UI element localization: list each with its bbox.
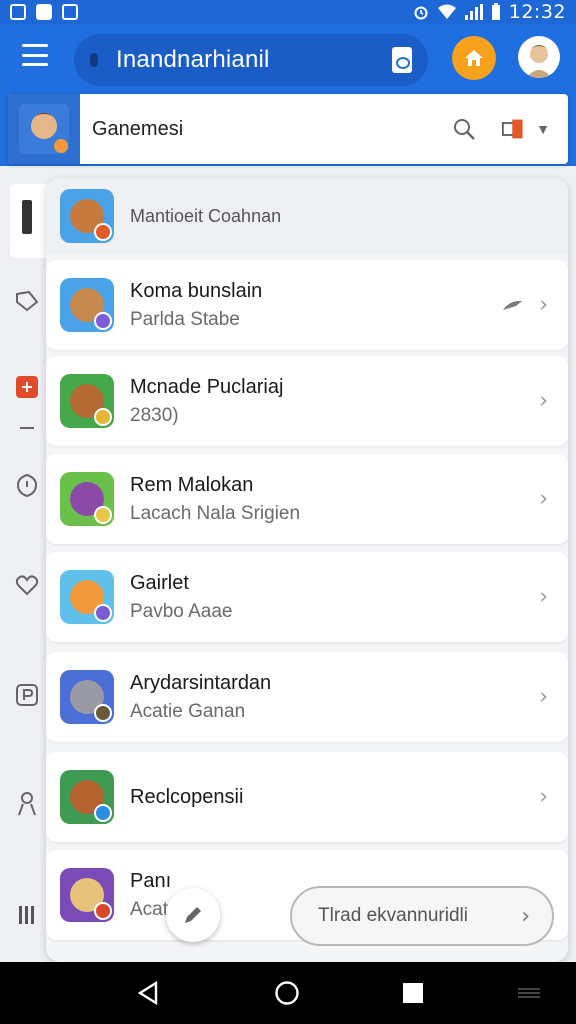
system-nav-bar bbox=[0, 962, 576, 1024]
status-bar: 12:32 bbox=[0, 0, 576, 24]
bars-icon[interactable] bbox=[14, 902, 40, 928]
alarm-icon bbox=[414, 6, 428, 20]
sheet-header: Mantioeit Coahnan bbox=[46, 178, 568, 254]
photo-icon bbox=[36, 4, 52, 20]
game-subtitle: Parlda Stabe bbox=[130, 308, 240, 330]
game-icon bbox=[60, 670, 114, 724]
game-name: Reclcopensii bbox=[130, 785, 244, 808]
home-circle-icon[interactable] bbox=[274, 980, 300, 1006]
game-name: Mcnade Puclariaj bbox=[130, 375, 284, 398]
home-icon bbox=[465, 50, 483, 66]
recents-icon[interactable] bbox=[400, 980, 426, 1006]
grid-icon[interactable] bbox=[14, 200, 40, 234]
game-list-item[interactable]: Mcnade Puclariaj 2830) › bbox=[46, 356, 568, 446]
bird-icon bbox=[503, 300, 522, 310]
side-rail bbox=[0, 170, 50, 960]
heart-icon[interactable] bbox=[14, 572, 40, 598]
chevron-right-icon: › bbox=[539, 292, 548, 318]
game-list-item[interactable]: Koma bunslain Parlda Stabe › bbox=[46, 260, 568, 350]
status-time: 12:32 bbox=[508, 1, 566, 23]
parking-icon[interactable] bbox=[14, 682, 40, 708]
game-subtitle: 2830) bbox=[130, 404, 179, 426]
device-icon bbox=[502, 119, 523, 139]
lens-icon[interactable] bbox=[392, 47, 412, 73]
chevron-right-icon: › bbox=[539, 486, 548, 512]
chevron-right-icon: › bbox=[539, 584, 548, 610]
wifi-icon bbox=[437, 4, 456, 19]
person-icon[interactable] bbox=[14, 790, 40, 816]
game-icon bbox=[60, 374, 114, 428]
screenshot-icon bbox=[10, 4, 26, 20]
game-name: Arydarsintardan bbox=[130, 671, 272, 694]
chevron-right-icon: › bbox=[539, 784, 548, 810]
category-title: Ganemesi bbox=[92, 117, 184, 140]
game-icon bbox=[60, 472, 114, 526]
shield-icon[interactable] bbox=[14, 472, 40, 498]
game-name: Panı bbox=[130, 869, 172, 892]
mic-icon[interactable] bbox=[90, 53, 98, 67]
device-selector[interactable]: ▼ bbox=[502, 117, 550, 141]
search-text: Inandnarhianil bbox=[116, 46, 270, 73]
badge-icon[interactable] bbox=[14, 374, 40, 400]
game-list-item[interactable]: Arydarsintardan Acatie Ganan › bbox=[46, 652, 568, 742]
game-icon bbox=[60, 278, 114, 332]
sheet-title: Mantioeit Coahnan bbox=[130, 205, 282, 226]
game-subtitle: Lacach Nala Srigien bbox=[130, 502, 301, 524]
category-header[interactable]: Ganemesi ▼ bbox=[8, 94, 568, 164]
game-name: Rem Malokan bbox=[130, 473, 254, 496]
game-icon bbox=[60, 570, 114, 624]
game-list-item[interactable]: Reclcopensii › bbox=[46, 752, 568, 842]
game-name: Gairlet bbox=[130, 571, 189, 594]
tag-icon[interactable] bbox=[14, 288, 40, 314]
section-thumbnail bbox=[60, 189, 114, 243]
search-bar[interactable]: Inandnarhianil bbox=[74, 34, 428, 86]
message-icon bbox=[62, 4, 78, 20]
game-subtitle: Pavbo Aaae bbox=[130, 600, 233, 622]
battery-icon bbox=[491, 3, 500, 20]
game-subtitle: Acat bbox=[130, 898, 169, 920]
divider bbox=[14, 416, 40, 442]
avatar[interactable] bbox=[518, 36, 560, 78]
chevron-right-icon: › bbox=[521, 903, 530, 929]
game-list-item[interactable]: Gairlet Pavbo Aaae › bbox=[46, 552, 568, 642]
game-list-item[interactable]: Rem Malokan Lacach Nala Srigien › bbox=[46, 454, 568, 544]
game-icon bbox=[60, 868, 114, 922]
avatar-icon bbox=[526, 45, 552, 78]
back-icon[interactable] bbox=[136, 980, 162, 1006]
search-icon[interactable] bbox=[452, 117, 476, 141]
chevron-right-icon: › bbox=[539, 684, 548, 710]
category-thumbnail bbox=[8, 94, 80, 164]
game-name: Koma bunslain bbox=[130, 279, 263, 302]
menu-lines-icon[interactable] bbox=[516, 980, 542, 1006]
game-subtitle: Acatie Ganan bbox=[130, 700, 246, 722]
game-character-icon bbox=[19, 104, 69, 154]
bottom-action-label: Tlrad ekvannuridli bbox=[318, 905, 468, 926]
pencil-icon bbox=[185, 907, 201, 923]
edit-button[interactable] bbox=[166, 888, 220, 942]
menu-icon[interactable] bbox=[22, 44, 48, 66]
home-button[interactable] bbox=[452, 36, 496, 80]
bottom-action-button[interactable]: Tlrad ekvannuridli › bbox=[290, 886, 554, 946]
game-list-sheet: Mantioeit Coahnan Koma bunslain Parlda St… bbox=[46, 178, 568, 962]
signal-icon bbox=[464, 4, 483, 20]
game-icon bbox=[60, 770, 114, 824]
chevron-right-icon: › bbox=[539, 388, 548, 414]
chevron-down-icon: ▼ bbox=[536, 121, 550, 137]
